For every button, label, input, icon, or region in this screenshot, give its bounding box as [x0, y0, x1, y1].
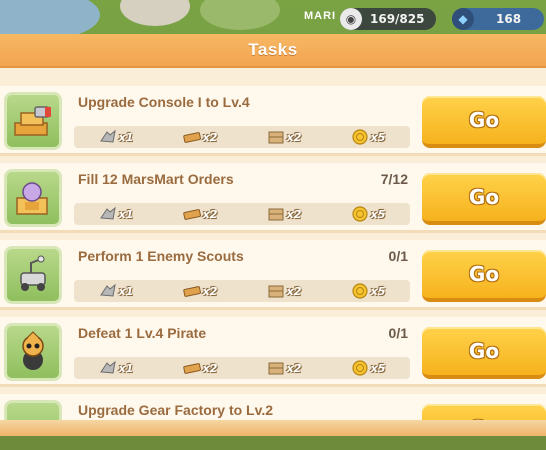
task-row: Defeat 1 Lv.4 Pirate 0/1 x1 x2 x2 x5 Go — [0, 317, 546, 387]
top-hud: MARI ◉ 169/825 ◆ 168 — [0, 0, 546, 34]
reward-qty: x5 — [370, 284, 386, 298]
reward-qty: x1 — [118, 207, 134, 221]
reward-item: x2 — [242, 283, 326, 299]
task-row: Upgrade Console I to Lv.4 x1 x2 x2 x5 Go — [0, 86, 546, 156]
scout-rover-icon — [4, 246, 62, 304]
task-progress: 0/1 — [388, 248, 408, 264]
go-label: Go — [468, 108, 500, 132]
console-icon — [4, 92, 62, 150]
wood-plank-icon — [182, 286, 201, 297]
reward-qty: x2 — [286, 130, 302, 144]
go-label: Go — [468, 339, 500, 363]
task-name: Perform 1 Enemy Scouts — [78, 248, 244, 264]
pirate-icon — [4, 323, 62, 381]
reward-item: x2 — [158, 206, 242, 222]
reward-qty: x1 — [118, 130, 134, 144]
reward-qty: x2 — [202, 361, 218, 375]
wood-plank-icon — [182, 209, 201, 220]
reward-item: x2 — [242, 360, 326, 376]
game-background-bottom — [0, 436, 546, 450]
reward-item: x2 — [158, 129, 242, 145]
go-label: Go — [468, 262, 500, 286]
wood-plank-icon — [182, 363, 201, 374]
reward-qty: x5 — [370, 130, 386, 144]
wood-plank-icon — [182, 132, 201, 143]
reward-bar: x1 x2 x2 x5 — [74, 203, 410, 225]
task-name: Fill 12 MarsMart Orders — [78, 171, 234, 187]
gold-coin-icon — [352, 206, 368, 222]
reward-qty: x2 — [286, 207, 302, 221]
gem-icon: ◆ — [452, 8, 474, 30]
reward-item: x5 — [326, 206, 410, 222]
marsmart-icon — [4, 169, 62, 227]
supply-crate-icon — [268, 131, 284, 144]
reward-item: x1 — [74, 206, 158, 222]
scrap-metal-icon — [99, 283, 116, 297]
task-progress: 7/12 — [380, 171, 408, 187]
go-button[interactable]: Go — [422, 250, 546, 302]
reward-item: x1 — [74, 283, 158, 299]
reward-qty: x2 — [286, 284, 302, 298]
reward-item: x5 — [326, 360, 410, 376]
reward-item: x2 — [242, 129, 326, 145]
task-name: Upgrade Gear Factory to Lv.2 — [78, 402, 274, 418]
scrap-metal-icon — [99, 206, 116, 220]
gold-coin-icon — [352, 283, 368, 299]
reward-bar: x1 x2 x2 x5 — [74, 126, 410, 148]
task-name: Upgrade Console I to Lv.4 — [78, 94, 250, 110]
reward-item: x5 — [326, 283, 410, 299]
go-button[interactable]: Go — [422, 327, 546, 379]
reward-qty: x2 — [202, 130, 218, 144]
go-button[interactable]: Go — [422, 173, 546, 225]
reward-qty: x5 — [370, 361, 386, 375]
reward-item: x1 — [74, 129, 158, 145]
supply-crate-icon — [268, 208, 284, 221]
task-list[interactable]: Upgrade Console I to Lv.4 x1 x2 x2 x5 Go — [0, 70, 546, 438]
go-button[interactable]: Go — [422, 96, 546, 148]
supply-crate-icon — [268, 285, 284, 298]
task-row: Fill 12 MarsMart Orders 7/12 x1 x2 x2 x5… — [0, 163, 546, 233]
reward-bar: x1 x2 x2 x5 — [74, 280, 410, 302]
reward-bar: x1 x2 x2 x5 — [74, 357, 410, 379]
gem-counter[interactable]: ◆ 168 — [452, 8, 544, 30]
reward-qty: x5 — [370, 207, 386, 221]
go-label: Go — [468, 185, 500, 209]
supply-crate-icon — [268, 362, 284, 375]
scrap-metal-icon — [99, 129, 116, 143]
reward-qty: x1 — [118, 284, 134, 298]
gold-coin-icon — [352, 360, 368, 376]
reward-item: x2 — [158, 283, 242, 299]
reward-item: x5 — [326, 129, 410, 145]
panel-header: Tasks — [0, 34, 546, 68]
gold-coin-icon — [352, 129, 368, 145]
panel-bottom-edge — [0, 420, 546, 436]
reward-qty: x2 — [202, 284, 218, 298]
task-progress: 0/1 — [388, 325, 408, 341]
task-name: Defeat 1 Lv.4 Pirate — [78, 325, 207, 341]
energy-cell-icon: ◉ — [340, 8, 362, 30]
energy-value: 169/825 — [370, 12, 425, 26]
energy-counter[interactable]: ◉ 169/825 — [340, 8, 436, 30]
task-row: Perform 1 Enemy Scouts 0/1 x1 x2 x2 x5 G… — [0, 240, 546, 310]
reward-qty: x2 — [202, 207, 218, 221]
gem-value: 168 — [496, 12, 522, 26]
scrap-metal-icon — [99, 360, 116, 374]
reward-item: x2 — [158, 360, 242, 376]
panel-title: Tasks — [248, 40, 298, 59]
reward-item: x1 — [74, 360, 158, 376]
reward-qty: x2 — [286, 361, 302, 375]
reward-item: x2 — [242, 206, 326, 222]
mars-label: MARI — [304, 10, 337, 22]
reward-qty: x1 — [118, 361, 134, 375]
